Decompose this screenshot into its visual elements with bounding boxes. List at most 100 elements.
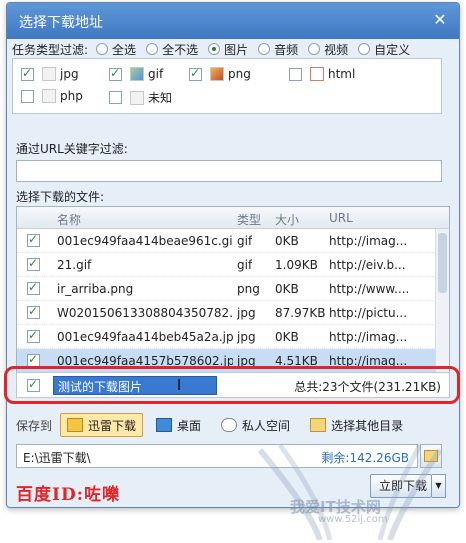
radio-selected-icon <box>208 43 221 55</box>
file-type: jpg <box>237 306 256 320</box>
column-name[interactable]: 名称 <box>57 211 81 228</box>
checkbox-checked-icon[interactable] <box>27 280 40 295</box>
checkbox-checked-icon[interactable] <box>109 66 122 81</box>
type-unknown[interactable]: 未知 <box>109 89 172 106</box>
png-file-icon <box>210 67 224 81</box>
folder-icon <box>310 418 327 432</box>
type-label: 未知 <box>148 91 173 105</box>
php-file-icon <box>42 89 56 103</box>
file-type: gif <box>237 234 253 248</box>
file-types-box: jpg gif png html php 未知 <box>12 58 442 114</box>
xunlei-icon <box>67 418 84 432</box>
checkbox-icon[interactable] <box>109 91 122 104</box>
file-size: 0KB <box>275 234 299 248</box>
type-jpg[interactable]: jpg <box>21 66 79 81</box>
save-to-private-space-button[interactable]: 私人空间 <box>214 413 297 437</box>
gif-file-icon <box>130 67 144 81</box>
file-size: 0KB <box>275 330 299 344</box>
checkbox-icon[interactable] <box>21 89 34 103</box>
file-url: http://pictu... <box>329 306 408 320</box>
radio-label: 视频 <box>324 42 349 57</box>
location-label: 桌面 <box>177 418 202 433</box>
file-row[interactable]: W02015061330880435078​2... jpg 87.97KB h… <box>17 301 449 325</box>
type-php[interactable]: php <box>21 89 83 103</box>
file-size: 87.97KB <box>275 306 326 320</box>
column-size[interactable]: 大小 <box>275 211 299 228</box>
radio-label: 图片 <box>224 42 249 57</box>
radio-video[interactable]: 视频 <box>308 41 348 58</box>
save-to-xunlei-button[interactable]: 迅雷下载 <box>60 413 144 437</box>
baidu-id-watermark: 百度ID:咗嚛 <box>16 485 120 505</box>
file-type: png <box>237 282 260 296</box>
column-type[interactable]: 类型 <box>237 211 261 228</box>
dialog-title: 选择下载地址 <box>19 15 103 31</box>
save-label: 保存到 <box>16 418 53 433</box>
radio-select-all[interactable]: 全选 <box>96 41 136 58</box>
location-label: 选择其他目录 <box>331 418 404 433</box>
close-icon[interactable]: ✕ <box>431 11 449 29</box>
url-filter-label: 通过URL关键字过滤: <box>16 142 128 156</box>
file-url: http://eiv.b... <box>329 258 406 272</box>
column-url[interactable]: URL <box>329 211 353 225</box>
url-filter-input[interactable] <box>16 160 442 182</box>
save-to-desktop-button[interactable]: 桌面 <box>149 413 208 437</box>
location-label: 私人空间 <box>242 418 291 433</box>
checkbox-checked-icon[interactable] <box>27 256 40 271</box>
checkbox-icon[interactable] <box>289 67 302 81</box>
radio-icon <box>96 43 109 55</box>
scrollbar-thumb[interactable] <box>438 233 447 293</box>
jpg-file-icon <box>42 67 56 81</box>
site-logo-watermark <box>257 443 443 540</box>
file-size: 1.09KB <box>275 258 318 272</box>
file-row[interactable]: 21.gif gif 1.09KB http://eiv.b... <box>17 253 449 277</box>
file-url: http://www.... <box>329 282 410 296</box>
radio-label: 全选 <box>112 42 137 57</box>
type-label: html <box>328 67 356 81</box>
file-size: 0KB <box>275 282 299 296</box>
file-row[interactable]: 001ec949faa414beb45a2a.jpg jpg 0KB http:… <box>17 325 449 349</box>
html-file-icon <box>310 67 324 81</box>
choose-other-folder-button[interactable]: 选择其他目录 <box>303 413 410 437</box>
file-name: W02015061330880435078​2... <box>57 306 233 320</box>
file-type: gif <box>237 258 253 272</box>
file-name: 001ec949faa414beb45a2a.jpg <box>57 330 233 344</box>
desktop-icon <box>156 418 173 432</box>
file-row[interactable]: ir_arriba.png png 0KB http://www.... <box>17 277 449 301</box>
type-label: php <box>60 89 83 103</box>
radio-icon <box>308 43 321 55</box>
checkbox-checked-icon[interactable] <box>27 232 40 247</box>
highlight-annotation <box>4 366 460 404</box>
checkbox-checked-icon[interactable] <box>27 328 40 343</box>
file-url: http://imag... <box>329 330 408 344</box>
radio-audio[interactable]: 音频 <box>258 41 298 58</box>
type-png[interactable]: png <box>189 66 251 81</box>
radio-images[interactable]: 图片 <box>208 41 248 58</box>
file-name: ir_arriba.png <box>57 282 134 296</box>
unknown-file-icon <box>130 90 144 105</box>
save-path-text: E:\迅雷下载\ <box>23 451 91 465</box>
file-name: 001ec949faa414beae961c.gif <box>57 234 233 248</box>
type-label: jpg <box>60 67 79 81</box>
type-gif[interactable]: gif <box>109 66 163 81</box>
title-bar: 选择下载地址 ✕ <box>7 3 459 39</box>
save-location-row: 保存到 迅雷下载 桌面 私人空间 选择其他目录 <box>16 412 456 438</box>
type-label: png <box>228 67 251 81</box>
site-url-watermark: www.52ij.com <box>318 514 388 525</box>
radio-icon <box>358 43 371 55</box>
radio-icon <box>258 43 271 55</box>
checkbox-checked-icon[interactable] <box>27 304 40 319</box>
file-list-header: 名称 类型 大小 URL <box>17 207 449 229</box>
file-url: http://imag... <box>329 234 408 248</box>
type-filter-label: 任务类型过滤: <box>12 42 89 57</box>
file-name: 21.gif <box>57 258 92 272</box>
checkbox-checked-icon[interactable] <box>189 66 202 81</box>
radio-label: 全不选 <box>162 42 199 57</box>
file-row[interactable]: 001ec949faa414beae961c.gif gif 0KB http:… <box>17 229 449 253</box>
radio-label: 自定义 <box>374 42 411 57</box>
checkbox-checked-icon[interactable] <box>21 66 34 81</box>
radio-custom[interactable]: 自定义 <box>358 41 410 58</box>
type-filter-row: 任务类型过滤: 全选 全不选 图片 音频 视频 自定义 <box>12 40 458 58</box>
type-html[interactable]: html <box>289 67 355 81</box>
files-label: 选择下载的文件: <box>16 190 105 204</box>
radio-select-none[interactable]: 全不选 <box>146 41 198 58</box>
